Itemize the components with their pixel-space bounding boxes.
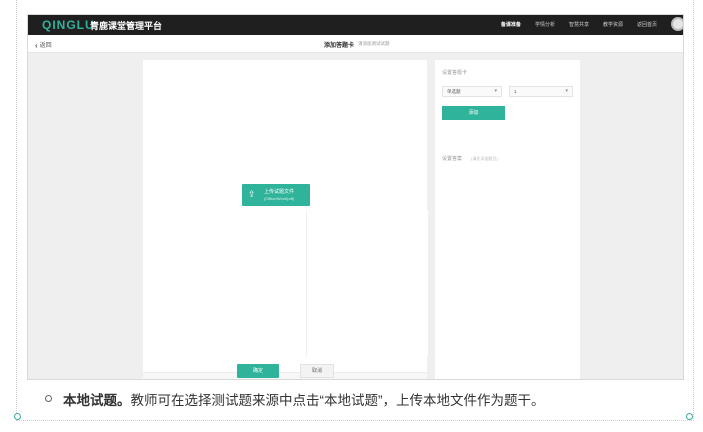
app-screenshot: QINGLU 青鹿课堂管理平台 备课准备 学情分析 智慧共享 教学资源 返回首页… bbox=[27, 14, 684, 380]
question-count-select[interactable]: 1 ▾ bbox=[509, 86, 573, 97]
footer-bar bbox=[143, 372, 427, 379]
section-label: 设置答题卡 bbox=[442, 70, 468, 76]
top-navigation-bar: QINGLU 青鹿课堂管理平台 备课准备 学情分析 智慧共享 教学资源 返回首页 bbox=[28, 15, 683, 35]
brand-logo[interactable]: QINGLU bbox=[42, 18, 95, 32]
answer-card-panel: 设置答题卡 单选题 ▾ 1 ▾ 添加 设置答案 (请先添加题目) bbox=[435, 60, 580, 379]
page-hint: 请添加测试试题 bbox=[358, 41, 390, 46]
chevron-down-icon: ▾ bbox=[565, 88, 568, 94]
platform-name: 青鹿课堂管理平台 bbox=[90, 21, 163, 31]
corner-marker-left bbox=[14, 413, 21, 420]
upload-title: 上传试题文件 bbox=[264, 189, 295, 195]
nav-item-share[interactable]: 智慧共享 bbox=[569, 21, 589, 28]
page-title: 添加答题卡 bbox=[324, 43, 355, 49]
caption-body: 教师可在选择测试题来源中点击“本地试题”，上传本地文件作为题干。 bbox=[130, 393, 545, 408]
answer-label: 设置答案 bbox=[442, 156, 463, 162]
add-button[interactable]: 添加 bbox=[442, 106, 505, 120]
answer-hint: (请先添加题目) bbox=[471, 156, 498, 161]
caption-title: 本地试题。 bbox=[63, 393, 131, 408]
nav-item-home[interactable]: 返回首页 bbox=[637, 21, 657, 28]
avatar[interactable] bbox=[671, 17, 683, 31]
cancel-button[interactable]: 取消 bbox=[300, 364, 334, 378]
bullet-icon bbox=[45, 395, 52, 402]
content-placeholder bbox=[306, 210, 428, 357]
upload-subtitle: (Office/Word/pdf) bbox=[264, 196, 295, 201]
corner-marker-right bbox=[686, 413, 693, 420]
upload-icon: ⇪ bbox=[248, 189, 256, 199]
nav-item-lesson-prep[interactable]: 备课准备 bbox=[501, 21, 521, 28]
upload-file-button[interactable]: ⇪ 上传试题文件 (Office/Word/pdf) bbox=[242, 184, 310, 206]
nav-item-resources[interactable]: 教学资源 bbox=[603, 21, 623, 28]
back-label: 返回 bbox=[39, 43, 52, 49]
nav-item-analysis[interactable]: 学情分析 bbox=[535, 21, 555, 28]
question-content-panel: ⇪ 上传试题文件 (Office/Word/pdf) bbox=[143, 60, 428, 372]
confirm-button[interactable]: 确定 bbox=[237, 364, 279, 378]
caption: 本地试题。教师可在选择测试题来源中点击“本地试题”，上传本地文件作为题干。 bbox=[45, 389, 545, 409]
question-count-value: 1 bbox=[514, 89, 517, 94]
chevron-left-icon: ‹ bbox=[35, 41, 38, 50]
back-button[interactable]: ‹ 返回 bbox=[35, 40, 52, 50]
question-type-select[interactable]: 单选题 ▾ bbox=[442, 86, 502, 97]
question-type-value: 单选题 bbox=[447, 89, 461, 94]
main-nav: 备课准备 学情分析 智慧共享 教学资源 返回首页 bbox=[501, 21, 657, 28]
sub-header: ‹ 返回 添加答题卡 请添加测试试题 bbox=[28, 35, 683, 53]
chevron-down-icon: ▾ bbox=[494, 88, 497, 94]
